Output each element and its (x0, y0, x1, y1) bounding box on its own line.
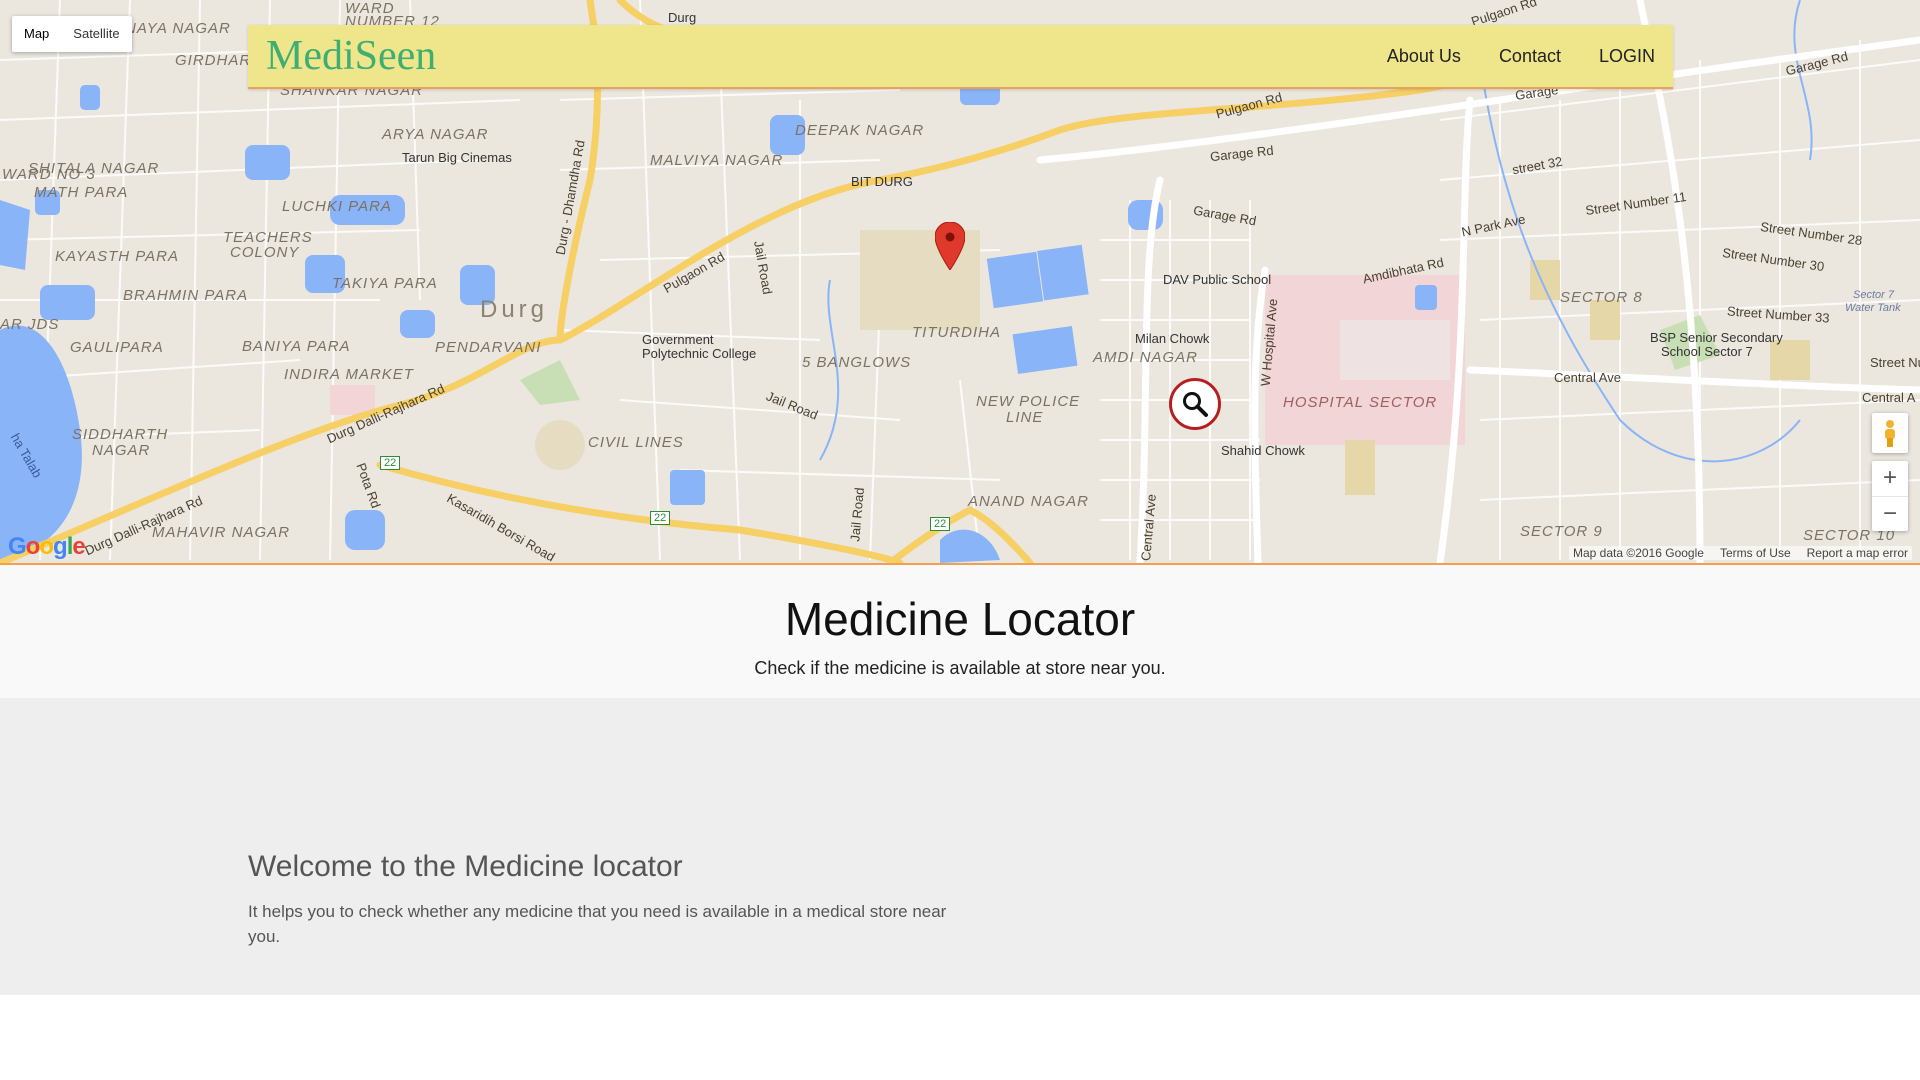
page-title: Medicine Locator (784, 593, 1136, 645)
map-label: BANIYA PARA (242, 338, 351, 355)
map-label: BSP Senior Secondary (1650, 330, 1783, 345)
map-label: GIRDHAR (175, 52, 252, 69)
map-label: Government (642, 332, 714, 347)
map-label: SECTOR 9 (1520, 523, 1603, 540)
map-label: NEW POLICE (976, 393, 1081, 410)
map-label: LINE (1006, 409, 1044, 426)
welcome-text: It helps you to check whether any medici… (248, 902, 947, 946)
map-label: Water Tank (1845, 302, 1901, 314)
about-us-link[interactable]: About Us (1387, 46, 1461, 67)
contact-link[interactable]: Contact (1499, 46, 1561, 67)
map-label: BIT DURG (851, 174, 913, 189)
map-label: Polytechnic College (642, 346, 757, 361)
map-label: MALVIYA NAGAR (650, 152, 784, 169)
map-label: WARD NO 3 (2, 166, 96, 183)
map-label: TITURDIHA (912, 324, 1001, 341)
report-map-error-link[interactable]: Report a map error (1807, 546, 1908, 560)
map-label: SIDDHARTH (72, 426, 169, 443)
map-label: MAHAVIR NAGAR (152, 524, 291, 541)
map-label: CIVIL LINES (588, 434, 684, 451)
highway-shield: 22 (930, 517, 951, 531)
map-label: NAGAR (92, 442, 151, 459)
map-type-map-button[interactable]: Map (12, 16, 61, 52)
map-label: TAKIYA PARA (332, 275, 438, 292)
search-marker[interactable] (1169, 378, 1221, 430)
brand-logo[interactable]: MediSeen (266, 32, 436, 80)
welcome-heading: Welcome to the Medicine locator (248, 850, 683, 883)
navbar: MediSeen About Us Contact LOGIN (248, 25, 1673, 89)
welcome-section: Welcome to the Medicine locator It helps… (0, 698, 1920, 995)
map-type-control: Map Satellite (12, 16, 132, 52)
map-label: BRAHMIN PARA (123, 287, 249, 304)
map-label: GAULIPARA (70, 339, 164, 356)
map[interactable]: NAYA NAGAR WARD NUMBER 12 Durg GIRDHAR S… (0, 0, 1920, 565)
nav-links: About Us Contact LOGIN (1387, 46, 1655, 67)
zoom-out-button[interactable]: − (1872, 495, 1908, 532)
map-label: Durg (668, 10, 697, 25)
map-label: LUCHKI PARA (282, 198, 392, 215)
map-label: INDIRA MARKET (284, 366, 414, 383)
map-label: COLONY (230, 244, 300, 261)
map-label: MATH PARA (34, 184, 129, 201)
google-logo: Google (8, 533, 86, 560)
map-attribution: Map data ©2016 Google Terms of Use Repor… (1569, 546, 1912, 560)
map-label: Sector 7 (1853, 289, 1894, 301)
map-label: Milan Chowk (1135, 331, 1210, 346)
map-data-text: Map data ©2016 Google (1573, 546, 1704, 560)
map-label: NAYA NAGAR (125, 20, 231, 37)
zoom-in-button[interactable]: + (1872, 461, 1908, 496)
map-label: Durg (480, 296, 549, 323)
map-label: Central Ave (1554, 370, 1621, 385)
map-label: KAYASTH PARA (55, 248, 179, 265)
map-label: PENDARVANI (435, 339, 542, 356)
map-label: ARYA NAGAR (382, 126, 489, 143)
highway-shield: 22 (650, 511, 671, 525)
map-label: School Sector 7 (1661, 344, 1753, 359)
search-icon (1183, 392, 1208, 417)
map-marker-icon[interactable] (935, 222, 965, 270)
map-label: ANAND NAGAR (968, 493, 1090, 510)
map-label: Street Nu (1870, 355, 1920, 370)
map-label: Tarun Big Cinemas (402, 150, 512, 165)
highway-shield: 22 (380, 456, 401, 470)
map-label: Central A (1862, 390, 1916, 405)
login-link[interactable]: LOGIN (1599, 46, 1655, 67)
zoom-control: + − (1872, 461, 1908, 531)
map-label: AR JDS (0, 316, 60, 333)
map-label: AMDI NAGAR (1093, 349, 1199, 366)
map-label: 5 BANGLOWS (802, 354, 912, 371)
map-type-satellite-button[interactable]: Satellite (61, 16, 131, 52)
map-label: HOSPITAL SECTOR (1283, 394, 1438, 411)
pegman-icon (1885, 420, 1895, 447)
map-label: DAV Public School (1163, 272, 1272, 287)
map-label: SECTOR 8 (1560, 289, 1643, 306)
page-subtitle: Check if the medicine is available at st… (754, 658, 1166, 678)
map-label: DEEPAK NAGAR (795, 122, 925, 139)
locator-header: Medicine Locator Check if the medicine i… (0, 565, 1920, 698)
map-label: Shahid Chowk (1221, 443, 1305, 458)
terms-of-use-link[interactable]: Terms of Use (1720, 546, 1791, 560)
street-view-control[interactable] (1872, 413, 1908, 453)
